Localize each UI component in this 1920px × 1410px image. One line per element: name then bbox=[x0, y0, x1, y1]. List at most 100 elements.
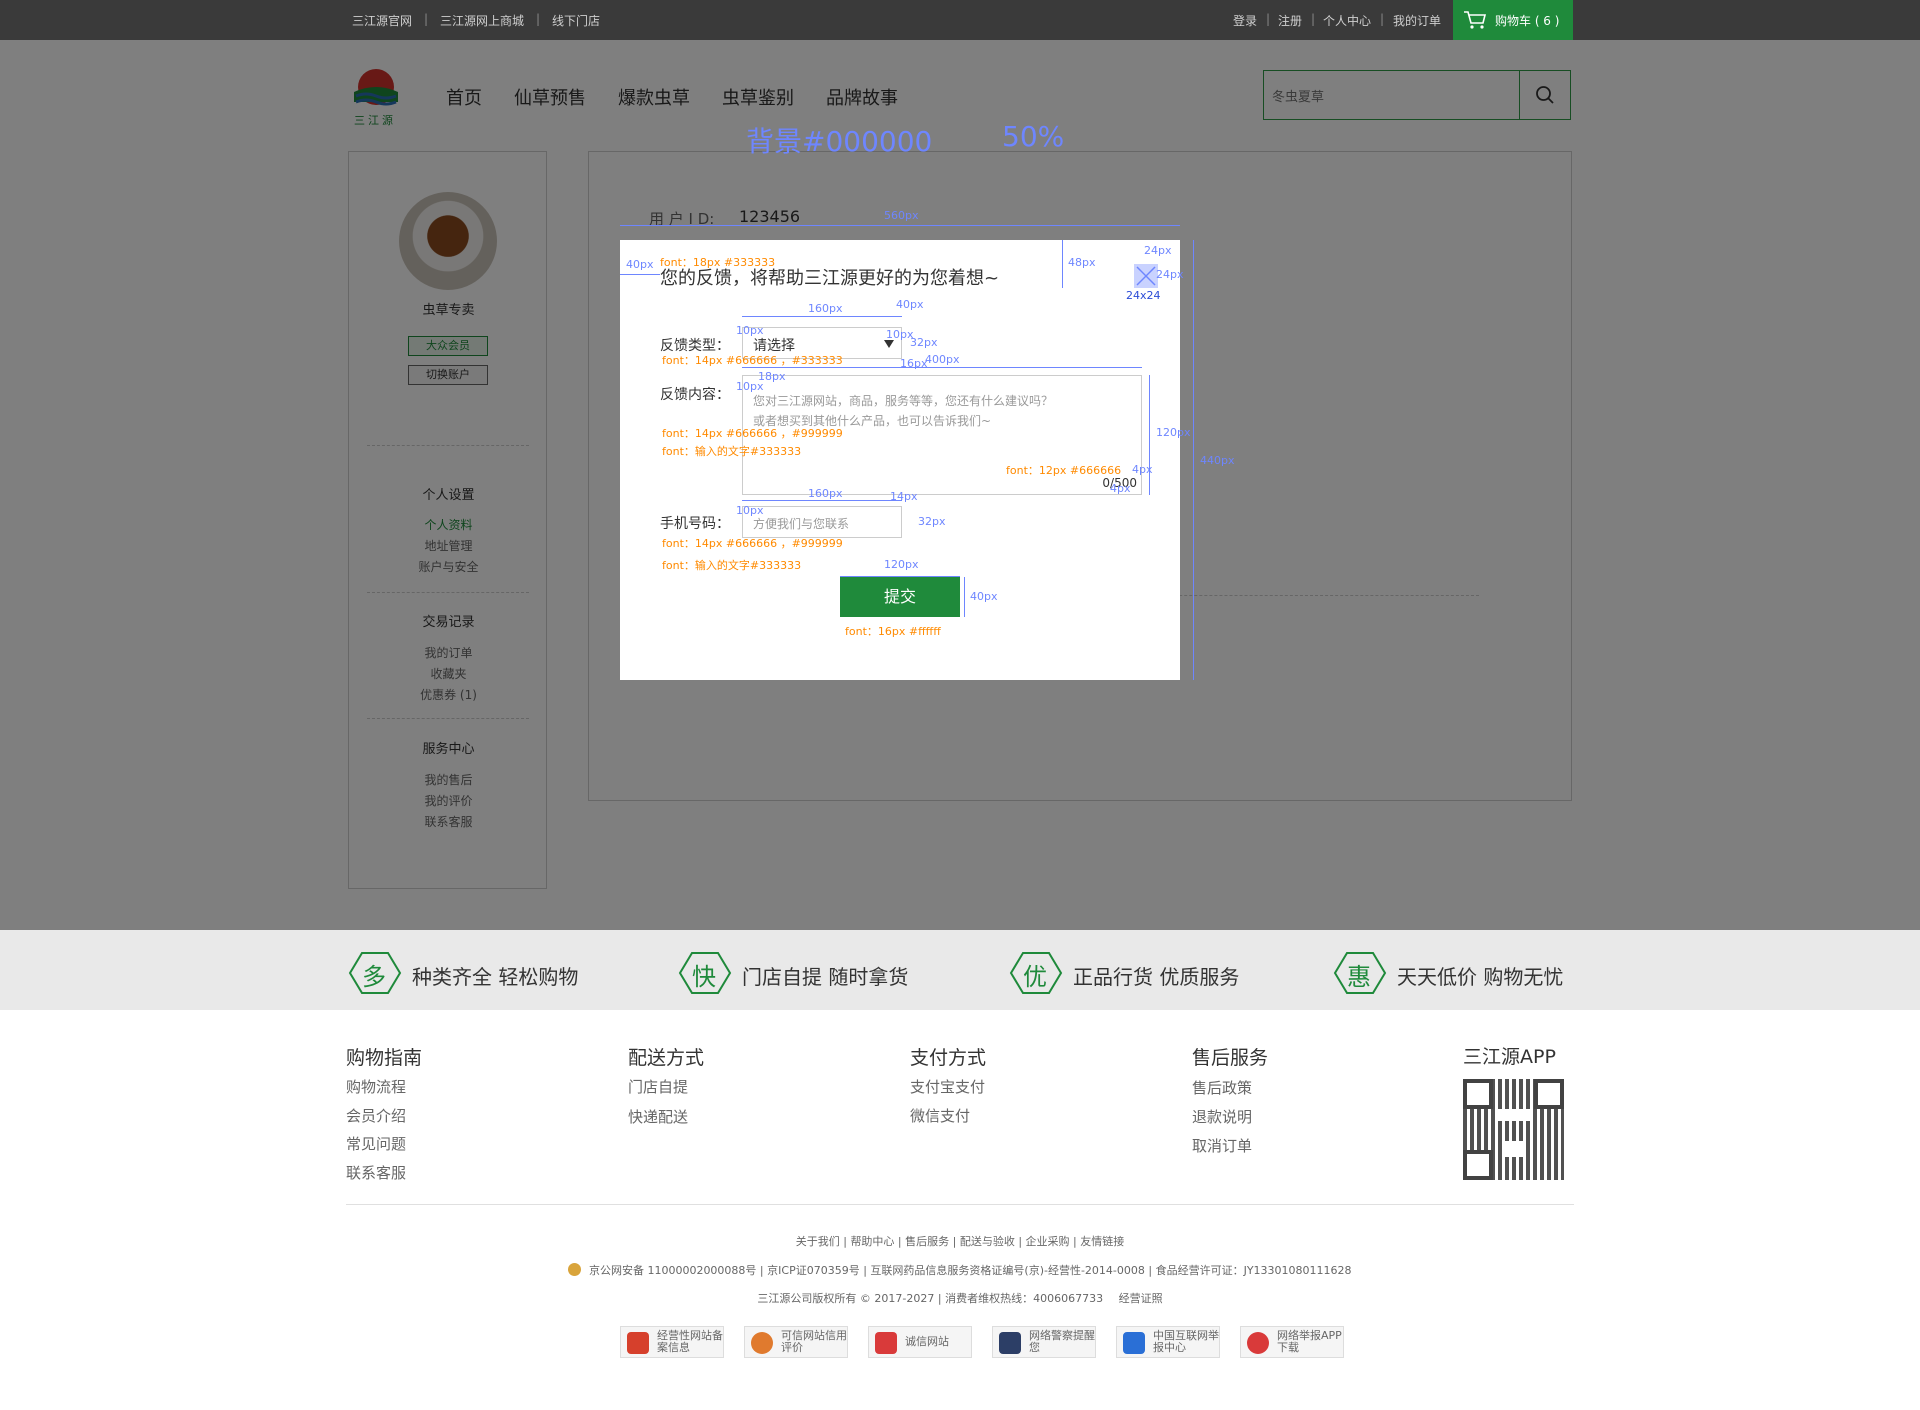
dim-label: 440px bbox=[1200, 454, 1235, 467]
integrity-icon bbox=[875, 1332, 897, 1354]
separator: | bbox=[1311, 12, 1316, 26]
dim-label: 32px bbox=[910, 336, 938, 349]
footer-links-row: 关于我们 | 帮助中心 | 售后服务 | 配送与验收 | 企业采购 | 友情链接 bbox=[795, 1235, 1125, 1248]
register-link[interactable]: 注册 bbox=[1278, 12, 1302, 29]
dim-label: 4px bbox=[1110, 482, 1131, 495]
badge-label: 网络举报APP下载 bbox=[1277, 1329, 1342, 1354]
dim-label: 14px bbox=[890, 490, 918, 503]
footer-delivery-link[interactable]: 配送与验收 bbox=[960, 1235, 1015, 1248]
trust-seal-icon bbox=[751, 1332, 773, 1354]
business-license-link[interactable]: 经营证照 bbox=[1119, 1292, 1163, 1305]
footer-link[interactable]: 微信支付 bbox=[910, 1105, 970, 1126]
copyright: 三江源公司版权所有 © 2017-2027 bbox=[757, 1292, 935, 1305]
app-qr-code bbox=[1463, 1079, 1564, 1180]
my-orders-link[interactable]: 我的订单 bbox=[1393, 12, 1441, 29]
footer-friend-links[interactable]: 友情链接 bbox=[1080, 1235, 1124, 1248]
online-mall-link[interactable]: 三江源网上商城 bbox=[440, 12, 524, 29]
annotation-phone-font: font：14px #666666 ，#999999 bbox=[662, 537, 843, 550]
footer-aftersales-link[interactable]: 售后服务 bbox=[905, 1235, 949, 1248]
phone-placeholder: 方便我们与您联系 bbox=[753, 517, 850, 531]
guide-line bbox=[1193, 240, 1194, 680]
dim-label: 32px bbox=[918, 515, 946, 528]
dim-label: 400px bbox=[925, 353, 960, 366]
cert-badge-record[interactable]: 经营性网站备案信息 bbox=[620, 1326, 724, 1358]
dim-label: 40px bbox=[896, 298, 924, 311]
dim-label: 24px bbox=[1144, 244, 1172, 257]
footer-link[interactable]: 联系客服 bbox=[346, 1162, 406, 1183]
guide-line bbox=[620, 274, 660, 275]
feature-char: 快 bbox=[692, 963, 716, 991]
guide-line bbox=[1062, 240, 1063, 288]
official-site-link[interactable]: 三江源官网 bbox=[352, 12, 412, 29]
footer-divider bbox=[346, 1204, 1574, 1205]
cert-badge-report-center[interactable]: 中国互联网举报中心 bbox=[1116, 1326, 1220, 1358]
phone-label: 手机号码： bbox=[660, 516, 730, 532]
annotation-content-font: font：14px #666666 ，#999999 bbox=[662, 427, 843, 440]
login-link[interactable]: 登录 bbox=[1233, 12, 1257, 29]
footer-link[interactable]: 购物流程 bbox=[346, 1076, 406, 1097]
public-security-record: 京公网安备 11000002000088号 bbox=[588, 1264, 757, 1277]
annotation-submit-font: font：16px #ffffff bbox=[845, 625, 941, 638]
cert-badge-integrity[interactable]: 诚信网站 bbox=[868, 1326, 972, 1358]
footer-col-title: 支付方式 bbox=[910, 1047, 987, 1069]
badge-label: 经营性网站备案信息 bbox=[657, 1329, 723, 1354]
dim-label: 48px bbox=[1068, 256, 1096, 269]
feature-text: 门店自提 随时拿货 bbox=[742, 965, 909, 989]
separator: | bbox=[424, 12, 429, 26]
cert-badge-report-app[interactable]: 网络举报APP下载 bbox=[1240, 1326, 1344, 1358]
user-center-link[interactable]: 个人中心 bbox=[1323, 12, 1371, 29]
feature-char: 多 bbox=[362, 963, 386, 991]
badge-label: 可信网站信用评价 bbox=[781, 1329, 847, 1354]
cart-button[interactable]: 购物车 ( 6 ) bbox=[1453, 0, 1573, 40]
phone-input[interactable]: 方便我们与您联系 bbox=[742, 506, 902, 538]
offline-store-link[interactable]: 线下门店 bbox=[552, 12, 600, 29]
dim-label: 10px bbox=[736, 380, 764, 393]
separator: | bbox=[1266, 12, 1271, 26]
feature-char: 惠 bbox=[1347, 963, 1371, 991]
close-size-label: 24x24 bbox=[1126, 289, 1161, 302]
footer-link[interactable]: 会员介绍 bbox=[346, 1105, 406, 1126]
footer-about-link[interactable]: 关于我们 bbox=[796, 1235, 840, 1248]
footer-enterprise-link[interactable]: 企业采购 bbox=[1026, 1235, 1070, 1248]
feature-char: 优 bbox=[1023, 963, 1047, 991]
overlay-opacity-note: 50% bbox=[1002, 120, 1065, 153]
close-button[interactable] bbox=[1134, 264, 1158, 288]
guide-line bbox=[964, 577, 965, 617]
cart-label: 购物车 ( 6 ) bbox=[1495, 14, 1560, 28]
police-badge-icon bbox=[568, 1263, 582, 1276]
footer-link[interactable]: 常见问题 bbox=[346, 1133, 406, 1154]
feature-text: 天天低价 购物无忧 bbox=[1397, 965, 1564, 989]
dim-label: 16px bbox=[900, 357, 928, 370]
dim-label: 10px bbox=[736, 324, 764, 337]
dim-label: 40px bbox=[626, 258, 654, 271]
footer-help-link[interactable]: 帮助中心 bbox=[850, 1235, 894, 1248]
top-bar: 三江源官网 | 三江源网上商城 | 线下门店 登录 | 注册 | 个人中心 | … bbox=[0, 0, 1920, 40]
badge-label: 网络警察提醒您 bbox=[1029, 1329, 1095, 1354]
cert-badge-trusted[interactable]: 可信网站信用评价 bbox=[744, 1326, 848, 1358]
footer-link[interactable]: 退款说明 bbox=[1192, 1106, 1252, 1127]
copyright-row: 三江源公司版权所有 © 2017-2027 | 消费者维权热线：40060677… bbox=[757, 1292, 1163, 1305]
cart-icon bbox=[1464, 11, 1487, 29]
footer-link[interactable]: 售后政策 bbox=[1192, 1077, 1252, 1098]
dim-label: 10px bbox=[736, 504, 764, 517]
guide-line bbox=[742, 367, 1142, 368]
food-license: 食品经营许可证：JY13301080111628 bbox=[1155, 1264, 1352, 1277]
footer-link[interactable]: 快递配送 bbox=[628, 1106, 688, 1127]
icp-license: 京ICP证070359号 bbox=[767, 1264, 860, 1277]
dim-label: 160px bbox=[808, 302, 843, 315]
drug-info-license: 互联网药品信息服务资格证编号(京)-经营性-2014-0008 bbox=[870, 1264, 1145, 1277]
textarea-placeholder-1: 您对三江源网站，商品，服务等等，您还有什么建议吗？ bbox=[753, 394, 1054, 408]
footer-col-title: 售后服务 bbox=[1192, 1047, 1269, 1069]
annotation-content-input: font：输入的文字#333333 bbox=[662, 445, 802, 458]
separator: | bbox=[536, 12, 541, 26]
guide-line bbox=[620, 225, 1180, 226]
footer-link[interactable]: 门店自提 bbox=[628, 1076, 688, 1097]
features-band: 多 种类齐全 轻松购物 快 门店自提 随时拿货 优 正品行货 优质服务 惠 天天… bbox=[0, 930, 1920, 1010]
overlay-bg-note: 背景#000000 bbox=[746, 125, 933, 158]
feedback-content-label: 反馈内容： bbox=[660, 387, 730, 403]
feature-text: 种类齐全 轻松购物 bbox=[412, 965, 579, 989]
submit-button[interactable]: 提交 bbox=[840, 577, 960, 617]
footer-link[interactable]: 取消订单 bbox=[1192, 1135, 1252, 1156]
footer-link[interactable]: 支付宝支付 bbox=[910, 1076, 985, 1097]
cert-badge-police[interactable]: 网络警察提醒您 bbox=[992, 1326, 1096, 1358]
